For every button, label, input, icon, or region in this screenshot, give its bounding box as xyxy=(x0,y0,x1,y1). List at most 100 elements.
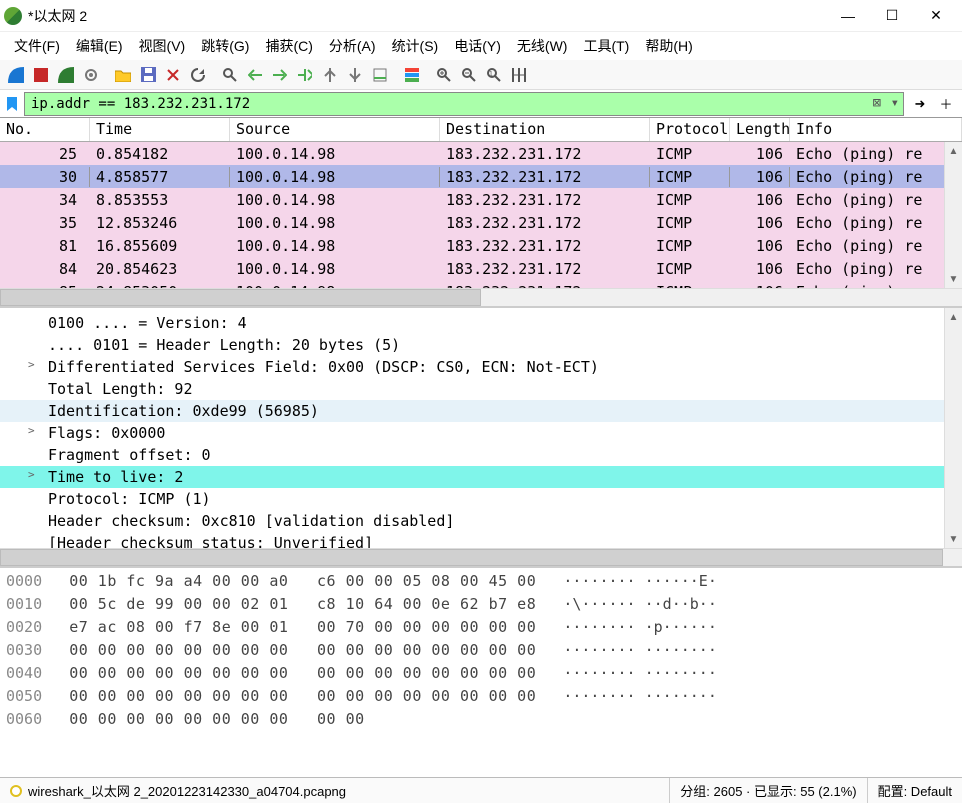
hex-line[interactable]: 0020 e7 ac 08 00 f7 8e 00 01 00 70 00 00… xyxy=(6,616,956,639)
detail-line[interactable]: .... 0101 = Header Length: 20 bytes (5) xyxy=(0,334,962,356)
go-next-button[interactable] xyxy=(268,63,292,87)
packet-row[interactable]: 8524.853050100.0.14.98183.232.231.172ICM… xyxy=(0,280,962,288)
hex-line[interactable]: 0030 00 00 00 00 00 00 00 00 00 00 00 00… xyxy=(6,639,956,662)
hex-ascii: ········ ·p······ xyxy=(563,618,717,636)
menu-tools[interactable]: 工具(T) xyxy=(577,33,635,59)
menu-file[interactable]: 文件(F) xyxy=(8,33,66,59)
hex-ascii: ········ ········ xyxy=(563,641,717,659)
scroll-up-icon[interactable]: ▲ xyxy=(945,308,962,326)
minimize-button[interactable]: — xyxy=(826,1,870,31)
hex-line[interactable]: 0050 00 00 00 00 00 00 00 00 00 00 00 00… xyxy=(6,685,956,708)
scroll-down-icon[interactable]: ▼ xyxy=(945,530,962,548)
packet-list-body[interactable]: 250.854182100.0.14.98183.232.231.172ICMP… xyxy=(0,142,962,288)
packet-list-hscroll[interactable] xyxy=(0,288,962,306)
menu-phone[interactable]: 电话(Y) xyxy=(448,33,507,59)
col-protocol[interactable]: Protocol xyxy=(650,118,730,141)
filter-clear-icon[interactable]: ⊠ xyxy=(873,95,881,111)
filter-bar: ip.addr == 183.232.231.172 ⊠ ▾ ➜ ＋ xyxy=(0,90,962,118)
cell-source: 100.0.14.98 xyxy=(230,167,440,187)
detail-line[interactable]: >Time to live: 2 xyxy=(0,466,962,488)
packet-list-header[interactable]: No. Time Source Destination Protocol Len… xyxy=(0,118,962,142)
find-packet-button[interactable] xyxy=(218,63,242,87)
packet-row[interactable]: 304.858577100.0.14.98183.232.231.172ICMP… xyxy=(0,165,962,188)
colorize-button[interactable] xyxy=(400,63,424,87)
status-packets: 分组: 2605 · 已显示: 55 (2.1%) xyxy=(669,778,866,803)
packet-details-body[interactable]: 0100 .... = Version: 4.... 0101 = Header… xyxy=(0,308,962,548)
menu-view[interactable]: 视图(V) xyxy=(133,33,192,59)
detail-line[interactable]: Identification: 0xde99 (56985) xyxy=(0,400,962,422)
packet-row[interactable]: 8420.854623100.0.14.98183.232.231.172ICM… xyxy=(0,257,962,280)
cell-source: 100.0.14.98 xyxy=(230,236,440,256)
menu-stat[interactable]: 统计(S) xyxy=(386,33,445,59)
menu-help[interactable]: 帮助(H) xyxy=(639,33,698,59)
hex-line[interactable]: 0000 00 1b fc 9a a4 00 00 a0 c6 00 00 05… xyxy=(6,570,956,593)
detail-line[interactable]: [Header checksum status: Unverified] xyxy=(0,532,962,548)
close-file-button[interactable] xyxy=(161,63,185,87)
col-source[interactable]: Source xyxy=(230,118,440,141)
resize-columns-button[interactable] xyxy=(507,63,531,87)
hex-line[interactable]: 0040 00 00 00 00 00 00 00 00 00 00 00 00… xyxy=(6,662,956,685)
packet-list-vscroll[interactable]: ▲ ▼ xyxy=(944,142,962,288)
display-filter-input[interactable]: ip.addr == 183.232.231.172 ⊠ ▾ xyxy=(24,92,904,116)
packet-row[interactable]: 8116.855609100.0.14.98183.232.231.172ICM… xyxy=(0,234,962,257)
capture-options-button[interactable] xyxy=(79,63,103,87)
scroll-up-icon[interactable]: ▲ xyxy=(945,142,962,160)
col-length[interactable]: Length xyxy=(730,118,790,141)
go-last-button[interactable] xyxy=(343,63,367,87)
filter-apply-icon[interactable]: ➜ xyxy=(908,92,932,116)
stop-capture-button[interactable] xyxy=(29,63,53,87)
expand-icon[interactable]: > xyxy=(28,468,35,481)
col-no[interactable]: No. xyxy=(0,118,90,141)
expand-icon[interactable]: > xyxy=(28,424,35,437)
go-to-packet-button[interactable] xyxy=(293,63,317,87)
hex-body[interactable]: 0000 00 1b fc 9a a4 00 00 a0 c6 00 00 05… xyxy=(0,568,962,777)
zoom-reset-button[interactable]: 1 xyxy=(482,63,506,87)
zoom-in-button[interactable] xyxy=(432,63,456,87)
menu-edit[interactable]: 编辑(E) xyxy=(70,33,129,59)
cell-time: 4.858577 xyxy=(90,167,230,187)
menu-wireless[interactable]: 无线(W) xyxy=(511,33,574,59)
packet-row[interactable]: 348.853553100.0.14.98183.232.231.172ICMP… xyxy=(0,188,962,211)
scroll-down-icon[interactable]: ▼ xyxy=(945,270,962,288)
col-info[interactable]: Info xyxy=(790,118,962,141)
packet-details-hscroll[interactable] xyxy=(0,548,962,566)
hex-line[interactable]: 0060 00 00 00 00 00 00 00 00 00 00 xyxy=(6,708,956,731)
restart-capture-button[interactable] xyxy=(54,63,78,87)
go-first-button[interactable] xyxy=(318,63,342,87)
packet-row[interactable]: 3512.853246100.0.14.98183.232.231.172ICM… xyxy=(0,211,962,234)
detail-text: Header checksum: 0xc810 [validation disa… xyxy=(48,512,454,530)
col-destination[interactable]: Destination xyxy=(440,118,650,141)
detail-text: Total Length: 92 xyxy=(48,380,193,398)
detail-line[interactable]: >Flags: 0x0000 xyxy=(0,422,962,444)
maximize-button[interactable]: ☐ xyxy=(870,1,914,31)
auto-scroll-button[interactable] xyxy=(368,63,392,87)
menu-go[interactable]: 跳转(G) xyxy=(195,33,255,59)
col-time[interactable]: Time xyxy=(90,118,230,141)
detail-line[interactable]: Total Length: 92 xyxy=(0,378,962,400)
hex-pane: 0000 00 1b fc 9a a4 00 00 a0 c6 00 00 05… xyxy=(0,568,962,777)
go-prev-button[interactable] xyxy=(243,63,267,87)
status-profile[interactable]: 配置: Default xyxy=(867,778,962,803)
save-file-button[interactable] xyxy=(136,63,160,87)
menu-analyze[interactable]: 分析(A) xyxy=(323,33,382,59)
open-file-button[interactable] xyxy=(111,63,135,87)
detail-line[interactable]: Protocol: ICMP (1) xyxy=(0,488,962,510)
cell-info: Echo (ping) re xyxy=(790,144,962,164)
expand-icon[interactable]: > xyxy=(28,358,35,371)
detail-line[interactable]: >Differentiated Services Field: 0x00 (DS… xyxy=(0,356,962,378)
filter-bookmark-icon[interactable] xyxy=(0,92,24,116)
zoom-out-button[interactable] xyxy=(457,63,481,87)
filter-add-icon[interactable]: ＋ xyxy=(934,92,958,116)
packet-row[interactable]: 250.854182100.0.14.98183.232.231.172ICMP… xyxy=(0,142,962,165)
close-button[interactable]: ✕ xyxy=(914,1,958,31)
hex-line[interactable]: 0010 00 5c de 99 00 00 02 01 c8 10 64 00… xyxy=(6,593,956,616)
reload-button[interactable] xyxy=(186,63,210,87)
menu-capture[interactable]: 捕获(C) xyxy=(259,33,318,59)
detail-line[interactable]: Header checksum: 0xc810 [validation disa… xyxy=(0,510,962,532)
detail-line[interactable]: Fragment offset: 0 xyxy=(0,444,962,466)
start-capture-button[interactable] xyxy=(4,63,28,87)
filter-dropdown-icon[interactable]: ▾ xyxy=(891,95,899,111)
detail-line[interactable]: 0100 .... = Version: 4 xyxy=(0,312,962,334)
packet-details-vscroll[interactable]: ▲ ▼ xyxy=(944,308,962,548)
svg-text:1: 1 xyxy=(489,71,493,78)
